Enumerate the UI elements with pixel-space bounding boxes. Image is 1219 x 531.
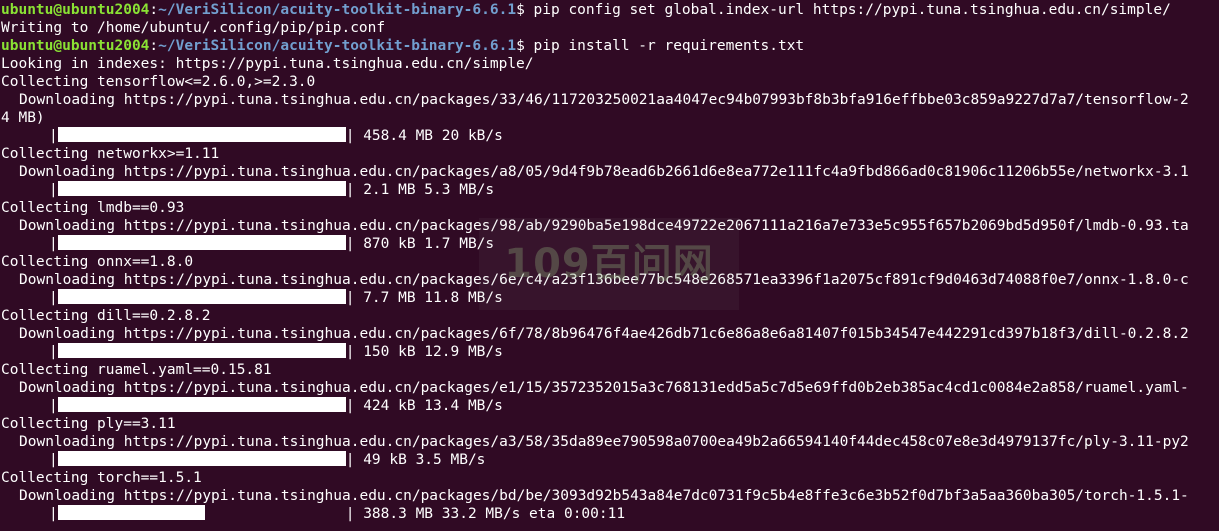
progress-fill	[57, 505, 205, 520]
prompt-path: ~/VeriSilicon/acuity-toolkit-binary-6.6.…	[158, 38, 517, 54]
progress-fill	[57, 289, 346, 304]
downloading-line: Downloading https://pypi.tuna.tsinghua.e…	[19, 380, 1189, 396]
progress-line: | | 458.4 MB 20 kB/s	[0, 127, 1219, 145]
progress-prefix: |	[49, 398, 58, 414]
output-writing: Writing to /home/ubuntu/.config/pip/pip.…	[1, 20, 386, 36]
collecting-line: Collecting tensorflow<=2.6.0,>=2.3.0	[1, 74, 316, 90]
progress-fill	[57, 235, 346, 250]
prompt-userhost: ubuntu@ubuntu2004	[1, 38, 150, 54]
command-pip-config: pip config set global.index-url https://…	[533, 2, 1171, 18]
progress-line: | | 150 kB 12.9 MB/s	[0, 343, 1219, 361]
progress-bar	[57, 343, 346, 358]
progress-bar	[57, 505, 346, 520]
progress-stats: | 388.3 MB 33.2 MB/s eta 0:00:11	[345, 506, 626, 522]
progress-stats: | 424 kB 13.4 MB/s	[345, 398, 503, 414]
prompt-userhost: ubuntu@ubuntu2004	[1, 2, 150, 18]
progress-bar	[57, 451, 346, 466]
prompt-path: ~/VeriSilicon/acuity-toolkit-binary-6.6.…	[158, 2, 517, 18]
output-looking: Looking in indexes: https://pypi.tuna.ts…	[1, 56, 534, 72]
progress-fill	[57, 343, 346, 358]
downloading-line: Downloading https://pypi.tuna.tsinghua.e…	[19, 326, 1189, 342]
prompt-symbol: $	[516, 2, 534, 18]
progress-stats: | 458.4 MB 20 kB/s	[345, 128, 503, 144]
collecting-line: Collecting ply==3.11	[1, 416, 176, 432]
progress-fill	[57, 181, 346, 196]
prompt-line-1: ubuntu@ubuntu2004:~/VeriSilicon/acuity-t…	[0, 1, 1219, 19]
progress-bar	[57, 289, 346, 304]
progress-line: | | 2.1 MB 5.3 MB/s	[0, 181, 1219, 199]
progress-prefix: |	[49, 128, 58, 144]
progress-stats: | 49 kB 3.5 MB/s	[345, 452, 486, 468]
watermark-text: 109百问网	[504, 241, 714, 287]
downloading-line: Downloading https://pypi.tuna.tsinghua.e…	[19, 164, 1189, 180]
prompt-separator: :	[149, 2, 159, 18]
downloading-line: Downloading https://pypi.tuna.tsinghua.e…	[19, 434, 1189, 450]
progress-bar	[57, 181, 346, 196]
collecting-line: Collecting networkx>=1.11	[1, 146, 220, 162]
progress-stats: | 870 kB 1.7 MB/s	[345, 236, 495, 252]
progress-line: | | 49 kB 3.5 MB/s	[0, 451, 1219, 469]
progress-prefix: |	[49, 506, 58, 522]
progress-line: | | 388.3 MB 33.2 MB/s eta 0:00:11	[0, 505, 1219, 523]
downloading-line: Downloading https://pypi.tuna.tsinghua.e…	[19, 488, 1189, 504]
progress-stats: | 150 kB 12.9 MB/s	[345, 344, 503, 360]
progress-prefix: |	[49, 182, 58, 198]
progress-line: | | 424 kB 13.4 MB/s	[0, 397, 1219, 415]
wrap-line: 4 MB)	[1, 110, 45, 126]
command-pip-install: pip install -r requirements.txt	[533, 38, 805, 54]
progress-prefix: |	[49, 452, 58, 468]
prompt-symbol: $	[516, 38, 534, 54]
prompt-line-2: ubuntu@ubuntu2004:~/VeriSilicon/acuity-t…	[0, 37, 1219, 55]
watermark-logo: 109百问网	[479, 218, 739, 310]
collecting-line: Collecting ruamel.yaml==0.15.81	[1, 362, 272, 378]
progress-fill	[57, 451, 346, 466]
downloading-line: Downloading https://pypi.tuna.tsinghua.e…	[19, 92, 1189, 108]
collecting-line: Collecting lmdb==0.93	[1, 200, 185, 216]
progress-prefix: |	[49, 290, 58, 306]
progress-stats: | 2.1 MB 5.3 MB/s	[345, 182, 495, 198]
progress-bar	[57, 127, 346, 142]
progress-fill	[57, 127, 346, 142]
progress-bar	[57, 397, 346, 412]
collecting-line: Collecting torch==1.5.1	[1, 470, 202, 486]
progress-prefix: |	[49, 236, 58, 252]
progress-bar	[57, 235, 346, 250]
progress-prefix: |	[49, 344, 58, 360]
terminal-window[interactable]: ubuntu@ubuntu2004:~/VeriSilicon/acuity-t…	[0, 0, 1219, 531]
progress-fill	[57, 397, 346, 412]
prompt-separator: :	[149, 38, 159, 54]
